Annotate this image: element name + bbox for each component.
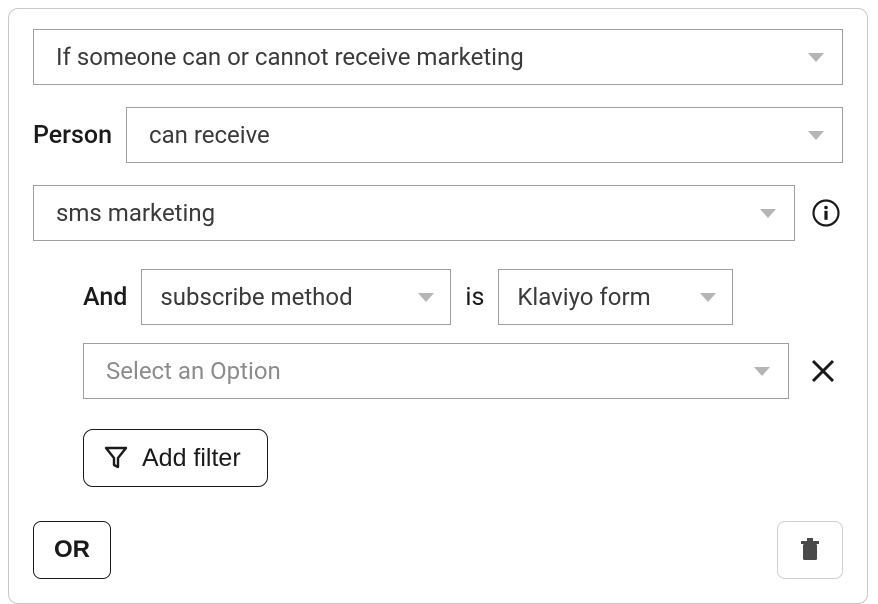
row-person: Person can receive — [33, 107, 843, 163]
attribute-select[interactable]: subscribe method — [141, 269, 451, 325]
row-add-filter: Add filter — [83, 429, 843, 487]
chevron-down-icon — [418, 293, 434, 302]
main-condition-select[interactable]: If someone can or cannot receive marketi… — [33, 29, 843, 85]
delete-condition-button[interactable] — [777, 521, 843, 579]
channel-select-value: sms marketing — [56, 199, 215, 227]
row-option: Select an Option — [83, 343, 843, 399]
chevron-down-icon — [700, 293, 716, 302]
row-channel: sms marketing — [33, 185, 843, 241]
option-select-placeholder: Select an Option — [106, 357, 281, 385]
or-button[interactable]: OR — [33, 521, 111, 579]
or-button-label: OR — [54, 536, 90, 564]
channel-select[interactable]: sms marketing — [33, 185, 795, 241]
person-label: Person — [33, 121, 112, 150]
row-bottom-actions: OR — [33, 521, 843, 579]
option-select[interactable]: Select an Option — [83, 343, 789, 399]
is-label: is — [465, 283, 484, 312]
info-icon[interactable] — [809, 196, 843, 230]
chevron-down-icon — [808, 131, 824, 140]
row-subfilter: And subscribe method is Klaviyo form — [83, 269, 843, 325]
attribute-select-value: subscribe method — [160, 283, 352, 311]
chevron-down-icon — [754, 367, 770, 376]
person-select-value: can receive — [149, 121, 270, 149]
close-icon — [809, 357, 837, 385]
main-condition-value: If someone can or cannot receive marketi… — [56, 43, 524, 71]
trash-icon — [798, 536, 822, 564]
row-main-condition: If someone can or cannot receive marketi… — [33, 29, 843, 85]
person-select[interactable]: can receive — [126, 107, 843, 163]
chevron-down-icon — [760, 209, 776, 218]
chevron-down-icon — [808, 53, 824, 62]
condition-panel: If someone can or cannot receive marketi… — [8, 8, 868, 604]
add-filter-label: Add filter — [142, 444, 241, 473]
value-select-value: Klaviyo form — [517, 283, 650, 311]
value-select[interactable]: Klaviyo form — [498, 269, 733, 325]
add-filter-button[interactable]: Add filter — [83, 429, 268, 487]
filter-icon — [104, 445, 128, 471]
and-label: And — [83, 283, 127, 312]
remove-filter-button[interactable] — [803, 351, 843, 391]
